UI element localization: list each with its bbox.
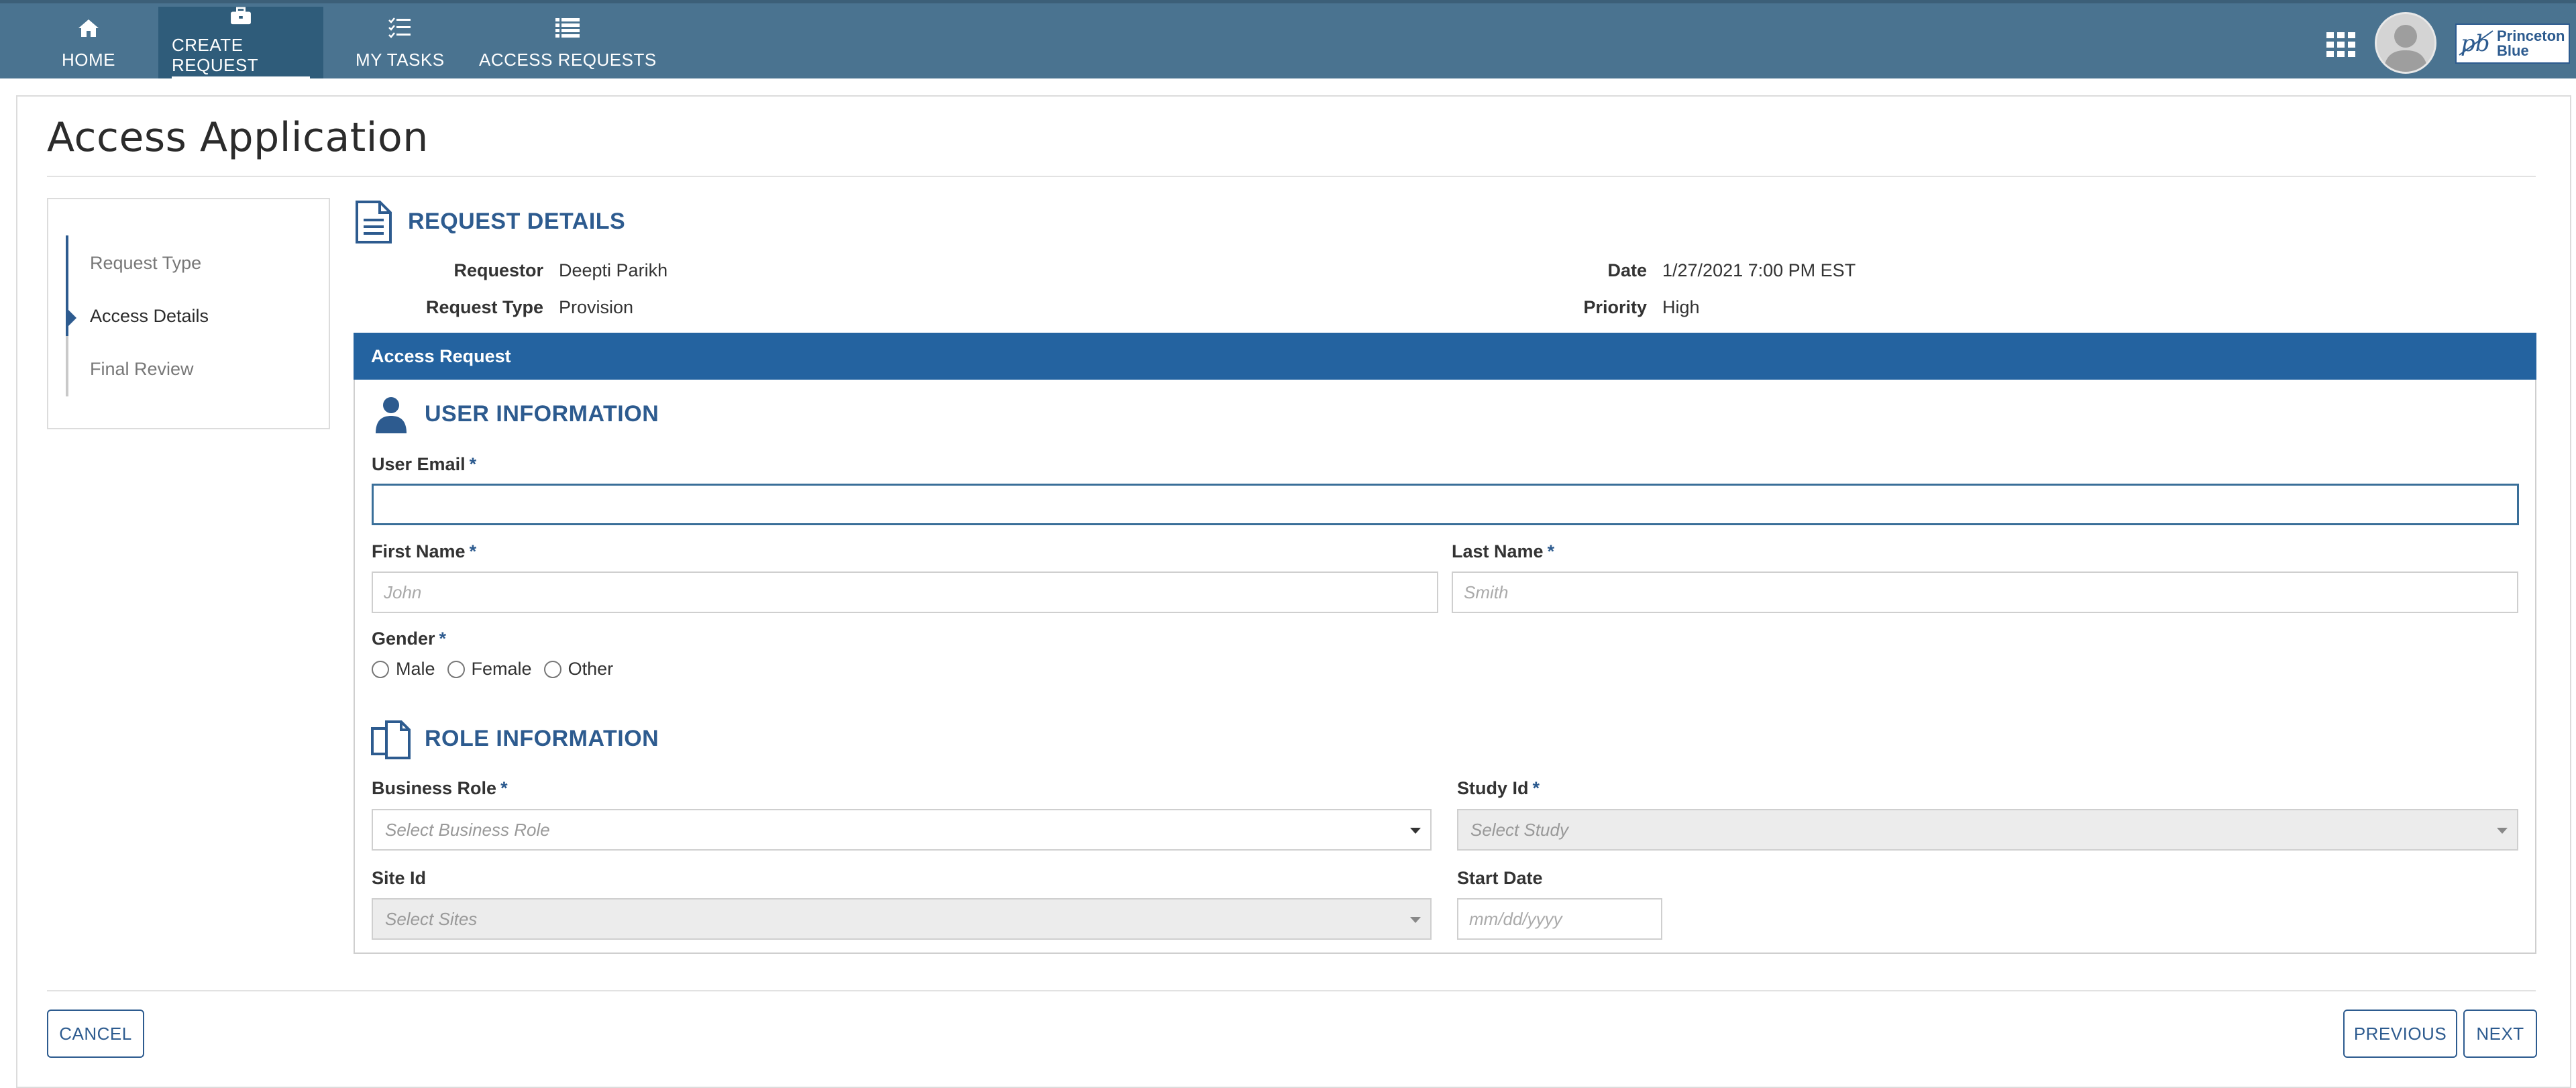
gender-option-label: Other	[568, 659, 614, 679]
business-role-select[interactable]: Select Business Role	[372, 809, 1432, 851]
business-role-label-text: Business Role	[372, 778, 497, 798]
chevron-down-icon	[1410, 917, 1421, 923]
user-silhouette-icon	[2377, 14, 2434, 72]
nav-access-requests[interactable]: ACCESS REQUESTS	[466, 7, 670, 78]
chevron-down-icon	[2497, 828, 2508, 834]
top-navigation-bar: HOME CREATE REQUEST MY TASKS ACCESS REQU…	[0, 0, 2576, 78]
user-email-label: User Email *	[372, 454, 476, 475]
copy-documents-icon	[371, 720, 411, 759]
user-icon	[376, 397, 407, 433]
princeton-blue-logo: pb Princeton Blue	[2455, 23, 2570, 64]
step-access-details[interactable]: Access Details	[90, 306, 209, 327]
gender-label: Gender *	[372, 629, 446, 649]
pb-logo-mark: pb	[2459, 30, 2493, 57]
first-name-label-text: First Name	[372, 541, 466, 561]
title-divider	[47, 176, 2536, 177]
site-id-placeholder: Select Sites	[385, 908, 478, 929]
document-icon	[356, 201, 392, 243]
list-icon	[555, 17, 580, 38]
gender-option-label: Female	[471, 659, 532, 679]
request-type-label: Request Type	[425, 297, 543, 317]
access-request-panel	[354, 333, 2536, 954]
task-list-icon	[388, 17, 411, 38]
chevron-down-icon	[1410, 828, 1421, 834]
gender-label-text: Gender	[372, 629, 435, 649]
step-final-review[interactable]: Final Review	[90, 359, 194, 380]
study-id-placeholder: Select Study	[1470, 819, 1568, 840]
site-id-select[interactable]: Select Sites	[372, 898, 1432, 940]
user-email-input[interactable]	[372, 484, 2519, 525]
user-email-label-text: User Email	[372, 454, 466, 474]
required-marker: *	[500, 778, 508, 798]
priority-label: Priority	[1583, 297, 1647, 317]
nav-home[interactable]: HOME	[48, 7, 129, 78]
request-details-heading: REQUEST DETAILS	[408, 209, 626, 234]
user-avatar[interactable]	[2375, 12, 2436, 74]
site-id-label-text: Site Id	[372, 868, 427, 888]
gender-option-female[interactable]: Female	[447, 659, 532, 679]
home-icon	[78, 19, 99, 37]
business-role-label: Business Role *	[372, 778, 508, 799]
last-name-label: Last Name *	[1452, 541, 1554, 562]
required-marker: *	[1532, 778, 1540, 798]
date-value: 1/27/2021 7:00 PM EST	[1662, 260, 1856, 280]
cancel-button[interactable]: CANCEL	[47, 1010, 144, 1058]
start-date-label-text: Start Date	[1457, 868, 1543, 888]
start-date-label: Start Date	[1457, 868, 1543, 889]
wizard-steps: Request Type Access Details Final Review	[47, 198, 330, 429]
user-information-heading: USER INFORMATION	[425, 401, 659, 427]
study-id-label-text: Study Id	[1457, 778, 1529, 798]
first-name-input[interactable]	[372, 572, 1438, 613]
gender-option-other[interactable]: Other	[543, 659, 614, 679]
required-marker: *	[469, 541, 477, 561]
briefcase-icon	[231, 7, 251, 25]
start-date-input[interactable]	[1457, 898, 1662, 940]
study-id-label: Study Id *	[1457, 778, 1540, 799]
request-type-value: Provision	[559, 297, 634, 317]
requestor-label: Requestor	[453, 260, 543, 280]
required-marker: *	[469, 454, 477, 474]
site-id-label: Site Id	[372, 868, 426, 889]
footer-divider	[47, 990, 2536, 991]
gender-option-label: Male	[396, 659, 435, 679]
required-marker: *	[439, 629, 447, 649]
previous-button[interactable]: PREVIOUS	[2343, 1010, 2457, 1058]
nav-my-tasks[interactable]: MY TASKS	[342, 7, 458, 78]
nav-create-request-label: CREATE REQUEST	[172, 35, 310, 78]
logo-text-line2: Blue	[2497, 42, 2529, 59]
priority-value: High	[1662, 297, 1700, 317]
radio-button[interactable]	[372, 660, 389, 678]
date-label: Date	[1607, 260, 1647, 280]
radio-button[interactable]	[543, 660, 561, 678]
next-button[interactable]: NEXT	[2463, 1010, 2537, 1058]
gender-radio-group: Male Female Other	[372, 659, 625, 679]
study-id-select[interactable]: Select Study	[1457, 809, 2518, 851]
nav-my-tasks-label: MY TASKS	[356, 49, 445, 70]
access-request-panel-header: Access Request	[354, 333, 2536, 380]
logo-text-line1: Princeton	[2497, 28, 2565, 44]
nav-create-request[interactable]: CREATE REQUEST	[158, 7, 323, 78]
role-information-heading: ROLE INFORMATION	[425, 726, 659, 751]
first-name-label: First Name *	[372, 541, 476, 562]
logo-text: Princeton Blue	[2497, 29, 2565, 58]
business-role-placeholder: Select Business Role	[385, 819, 550, 840]
requestor-value: Deepti Parikh	[559, 260, 668, 280]
nav-access-requests-label: ACCESS REQUESTS	[479, 49, 657, 70]
required-marker: *	[1547, 541, 1555, 561]
nav-home-label: HOME	[62, 49, 115, 70]
app-grid-icon[interactable]	[2326, 32, 2356, 58]
last-name-input[interactable]	[1452, 572, 2518, 613]
radio-button[interactable]	[447, 660, 465, 678]
last-name-label-text: Last Name	[1452, 541, 1544, 561]
current-step-marker	[67, 309, 76, 327]
page-title: Access Application	[47, 114, 429, 161]
gender-option-male[interactable]: Male	[372, 659, 435, 679]
step-request-type[interactable]: Request Type	[90, 253, 201, 274]
